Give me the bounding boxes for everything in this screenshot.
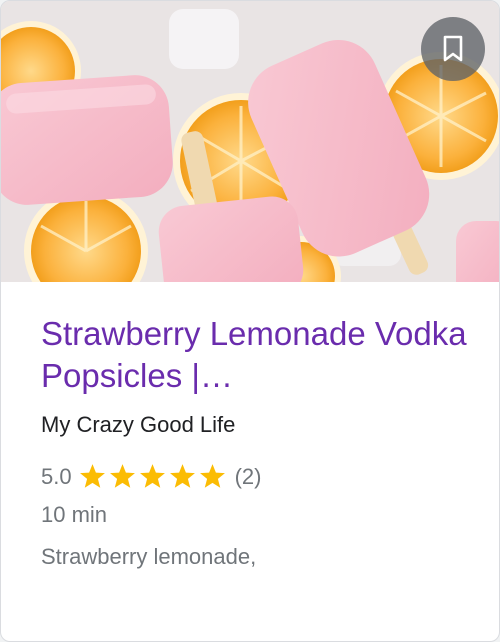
star-rating (78, 463, 228, 490)
star-icon (169, 464, 195, 488)
rating-count: (2) (234, 463, 262, 489)
card-body: Strawberry Lemonade Vodka Popsicles |… M… (41, 313, 481, 570)
source-name: My Crazy Good Life (41, 412, 236, 437)
bookmark-button[interactable] (421, 17, 485, 81)
bookmark-icon (443, 35, 463, 62)
star-icon (109, 464, 135, 488)
rating-row: 5.0 (2) (41, 463, 481, 490)
recipe-image[interactable] (1, 1, 499, 282)
star-icon (139, 464, 165, 488)
recipe-title-link[interactable]: Strawberry Lemonade Vodka Popsicles |… (41, 313, 481, 397)
cook-time: 10 min (41, 502, 108, 527)
star-icon (199, 464, 225, 488)
star-icon (79, 464, 105, 488)
recipe-card[interactable]: Strawberry Lemonade Vodka Popsicles |… M… (0, 0, 500, 642)
ingredients-snippet: Strawberry lemonade, (41, 544, 257, 569)
rating-score: 5.0 (41, 463, 72, 489)
